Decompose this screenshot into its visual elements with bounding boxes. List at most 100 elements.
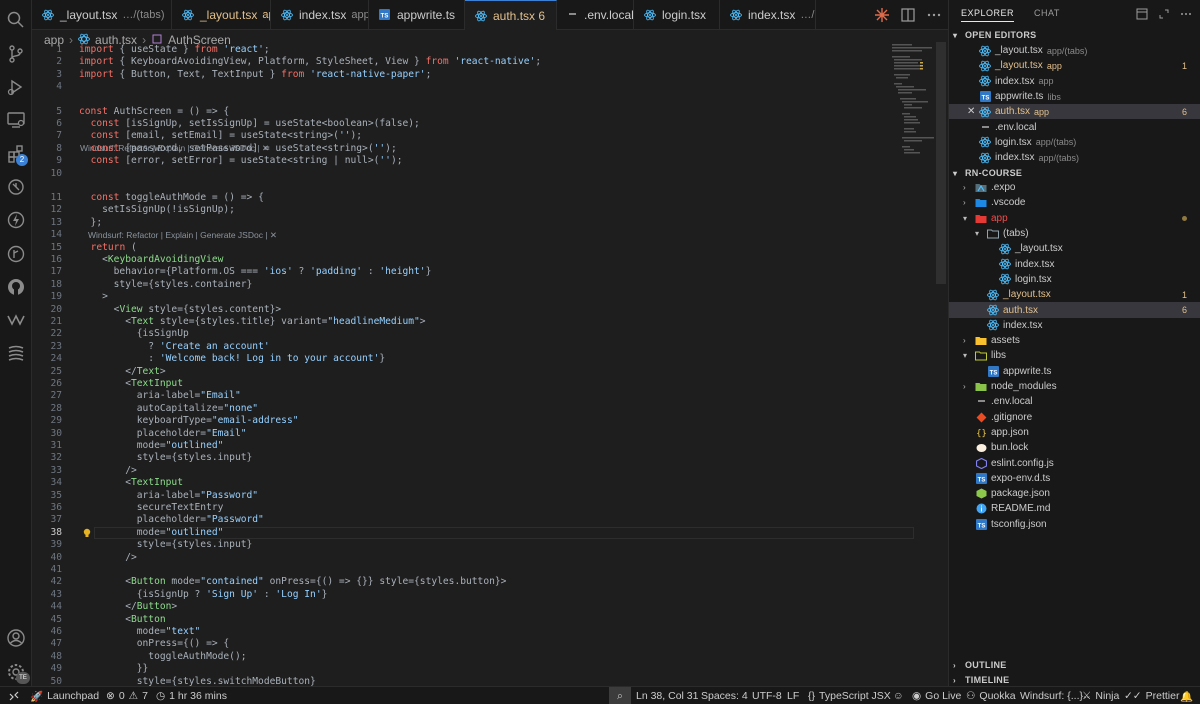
open-editor-item[interactable]: _layout.tsx app/(tabs) xyxy=(949,43,1200,58)
line-number: 8 xyxy=(56,142,62,154)
code-editor[interactable]: 1 import { useState } from 'react'; 2 impor… xyxy=(32,42,948,686)
notifications-status[interactable]: 🔔 xyxy=(1180,687,1193,704)
quokka-status[interactable]: ⚇ Quokka xyxy=(966,687,1016,704)
tree-file[interactable]: auth.tsx 6 xyxy=(949,302,1200,318)
tree-file[interactable]: index.tsx xyxy=(949,318,1200,333)
remote-explorer-icon[interactable] xyxy=(6,110,26,130)
chevron-right-icon: › xyxy=(953,675,956,685)
tab-auth-tsx-6-active[interactable]: auth.tsx 6 xyxy=(465,0,557,30)
code-line: 49 }} xyxy=(32,663,892,675)
source-control-icon[interactable] xyxy=(6,44,26,64)
tree-file[interactable]: TS expo-env.d.ts xyxy=(949,471,1200,486)
tree-file[interactable]: login.tsx xyxy=(949,272,1200,287)
tab-label: index.tsx xyxy=(748,8,796,22)
cursor-position[interactable]: Ln 38, Col 31 xyxy=(636,687,698,704)
tab-appwrite-ts[interactable]: TS appwrite.ts xyxy=(369,0,465,30)
tab-layout-tsx[interactable]: _layout.tsx app 1 xyxy=(172,0,271,30)
line-number: 49 xyxy=(50,663,62,675)
tree-file[interactable]: _layout.tsx 1 xyxy=(949,287,1200,302)
prettier-status[interactable]: ✓✓ Prettier xyxy=(1124,687,1179,704)
lightbulb-icon[interactable] xyxy=(82,528,92,538)
tree-file[interactable]: README.md xyxy=(949,501,1200,516)
tree-file[interactable]: TS appwrite.ts xyxy=(949,364,1200,379)
tree-file[interactable]: TS tsconfig.json xyxy=(949,517,1200,532)
open-editors-header[interactable]: ▾ OPEN EDITORS xyxy=(949,26,1200,44)
folder-vscode-icon xyxy=(975,197,987,209)
tree-folder[interactable]: › .expo xyxy=(949,180,1200,195)
ninja-status[interactable]: ⚔ Ninja xyxy=(1082,687,1119,704)
windsurf-status[interactable]: Windsurf: {...} xyxy=(1020,687,1083,704)
tree-file[interactable]: .env.local xyxy=(949,394,1200,409)
code-line: 23 ? 'Create an account' xyxy=(32,341,892,353)
node-icon xyxy=(975,488,987,500)
problems-status[interactable]: ⊗ 0 ⚠ 7 xyxy=(106,687,148,704)
accounts-remote-icon[interactable] xyxy=(6,177,26,197)
tree-file[interactable]: _layout.tsx xyxy=(949,241,1200,256)
maximize-icon[interactable] xyxy=(1158,8,1170,20)
open-editor-item[interactable]: .env.local xyxy=(949,120,1200,135)
lightning-icon[interactable] xyxy=(6,210,26,230)
git-graph-icon[interactable] xyxy=(6,244,26,264)
tree-file[interactable]: {} app.json xyxy=(949,425,1200,440)
tree-folder[interactable]: ▾ libs xyxy=(949,348,1200,363)
code-line: 31 mode="outlined" xyxy=(32,440,892,452)
open-editor-item[interactable]: _layout.tsx app 1 xyxy=(949,58,1200,73)
split-editor-icon[interactable] xyxy=(900,7,916,23)
copilot-status[interactable]: ☺ xyxy=(893,687,904,704)
tree-file[interactable]: eslint.config.js xyxy=(949,455,1200,470)
language-status[interactable]: {} TypeScript JSX xyxy=(808,687,891,704)
close-icon[interactable]: ✕ xyxy=(967,106,975,117)
launchpad-status[interactable]: 🚀 Launchpad xyxy=(30,687,99,704)
tree-file[interactable]: .gitignore xyxy=(949,410,1200,425)
minimap[interactable] xyxy=(890,42,940,162)
tree-folder[interactable]: ▾ app xyxy=(949,211,1200,226)
github-icon[interactable] xyxy=(6,277,26,297)
encoding-status[interactable]: UTF-8 xyxy=(752,687,782,704)
explorer-tab[interactable]: EXPLORER xyxy=(961,8,1015,22)
svg-text:TS: TS xyxy=(977,477,985,483)
tree-item-name: libs xyxy=(991,350,1007,362)
tree-item-name: .gitignore xyxy=(991,411,1033,423)
line-number: 16 xyxy=(50,254,62,265)
open-editor-item[interactable]: index.tsx app xyxy=(949,74,1200,89)
tab-index-tsx[interactable]: index.tsx …/(tabs) xyxy=(720,0,816,30)
tab-env-local[interactable]: .env.local xyxy=(557,0,634,30)
svg-text:TS: TS xyxy=(989,370,997,376)
open-editor-item[interactable]: ✕ auth.tsx app 6 xyxy=(949,104,1200,120)
chevron-down-icon: ▾ xyxy=(963,351,968,361)
open-editor-item[interactable]: TS appwrite.ts libs xyxy=(949,89,1200,104)
time-tracker-status[interactable]: ◷ 1 hr 36 mins xyxy=(156,687,227,704)
line-number: 47 xyxy=(50,638,62,650)
tree-file[interactable]: index.tsx xyxy=(949,257,1200,272)
tree-folder[interactable]: › node_modules xyxy=(949,379,1200,394)
account-icon[interactable] xyxy=(6,628,26,648)
waves-icon[interactable] xyxy=(6,343,26,363)
tree-folder[interactable]: › .vscode xyxy=(949,195,1200,210)
tree-folder[interactable]: ▾ (tabs) xyxy=(949,226,1200,241)
editor-scrollbar[interactable] xyxy=(936,42,946,284)
indentation-status[interactable]: Spaces: 4 xyxy=(701,687,748,704)
windsurf-sparkle-icon[interactable] xyxy=(874,7,890,23)
tree-folder[interactable]: › assets xyxy=(949,333,1200,348)
windsurf-icon[interactable] xyxy=(6,310,26,330)
eol-status[interactable]: LF xyxy=(787,687,799,704)
tab-layout-tsx[interactable]: _layout.tsx …/(tabs) xyxy=(32,0,172,30)
run-debug-icon[interactable] xyxy=(6,77,26,97)
tab-index-tsx[interactable]: index.tsx app xyxy=(271,0,369,30)
search-icon[interactable] xyxy=(6,10,26,30)
remote-indicator[interactable] xyxy=(8,687,20,704)
more-actions-icon[interactable] xyxy=(1180,8,1192,20)
tab-login-tsx[interactable]: login.tsx xyxy=(634,0,720,30)
zoom-status[interactable]: ⌕ xyxy=(609,687,631,704)
tree-file[interactable]: bun.lock xyxy=(949,440,1200,455)
toggle-panel-icon[interactable] xyxy=(1136,8,1148,20)
chat-tab[interactable]: CHAT xyxy=(1034,8,1060,22)
react-file-icon xyxy=(979,75,991,87)
golive-status[interactable]: ◉ Go Live xyxy=(912,687,961,704)
json-icon: {} xyxy=(975,426,987,438)
open-editor-name: appwrite.ts xyxy=(995,91,1044,103)
more-actions-icon[interactable] xyxy=(926,7,942,23)
tree-file[interactable]: package.json xyxy=(949,486,1200,501)
braces-icon: {} xyxy=(808,690,816,702)
open-editor-item[interactable]: login.tsx app/(tabs) xyxy=(949,135,1200,150)
